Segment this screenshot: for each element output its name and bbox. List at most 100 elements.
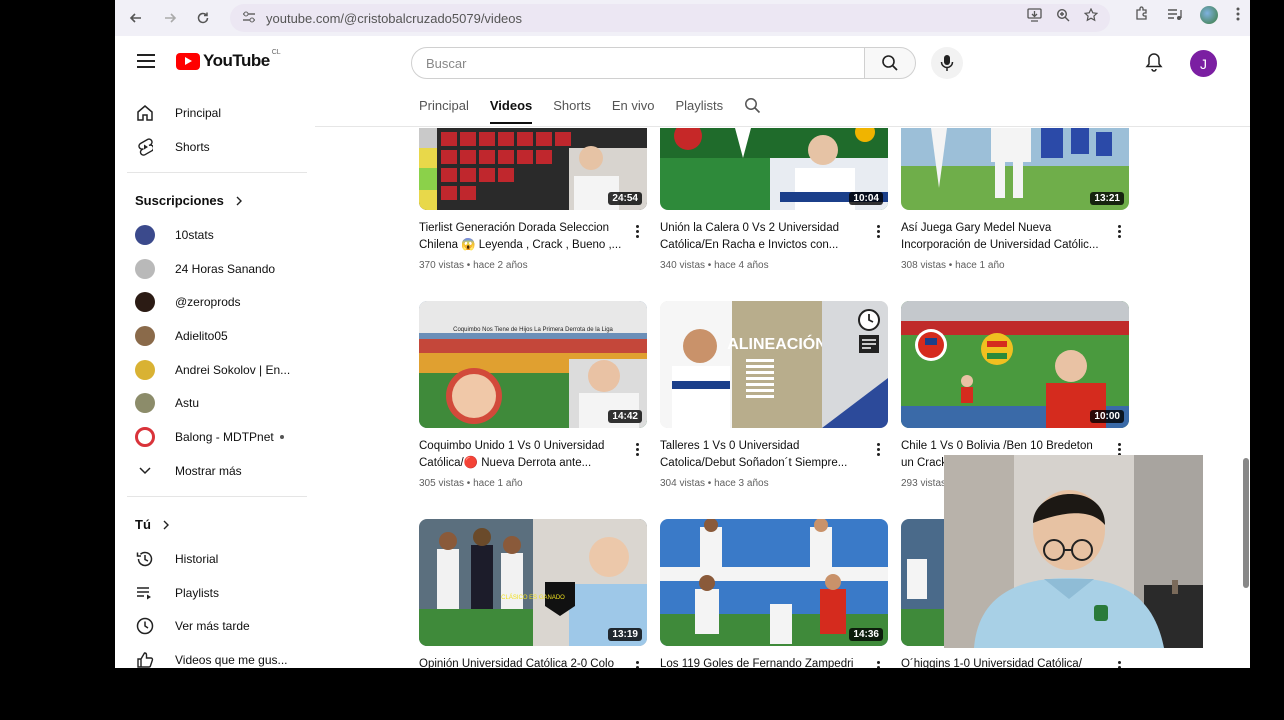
page-scrollbar[interactable]	[1243, 458, 1249, 588]
video-meta: 293 vistas	[901, 478, 947, 489]
search-input[interactable]: Buscar	[411, 47, 865, 79]
video-duration: 10:04	[849, 192, 883, 205]
video-title[interactable]: Opinión Universidad Católica 2-0 Colo	[419, 656, 624, 668]
video-more-icon[interactable]	[877, 225, 881, 240]
video-title[interactable]: Coquimbo Unido 1 Vs 0 Universidad Católi…	[419, 438, 624, 472]
search-placeholder: Buscar	[426, 55, 467, 71]
video-meta: 304 vistas • hace 3 años	[660, 478, 769, 489]
shorts-icon	[135, 137, 155, 157]
video-thumbnail[interactable]: 10:04	[660, 128, 888, 210]
zoom-icon[interactable]	[1056, 8, 1070, 25]
video-duration: 24:54	[608, 192, 642, 205]
country-code: CL	[271, 48, 281, 56]
notifications-bell-icon[interactable]	[1145, 52, 1163, 77]
youtube-play-icon	[176, 52, 200, 70]
playlists-icon	[135, 583, 155, 603]
video-title[interactable]: Así Juega Gary Medel Nueva Incorporación…	[901, 220, 1106, 254]
video-more-icon[interactable]	[1118, 225, 1122, 240]
youtube-logo[interactable]: YouTube CL	[176, 48, 281, 71]
sidebar-item-playlists[interactable]: Playlists	[135, 579, 310, 607]
webcam-overlay	[944, 455, 1203, 648]
video-meta: 370 vistas • hace 2 años	[419, 260, 528, 271]
show-more-button[interactable]: Mostrar más	[135, 457, 310, 485]
sidebar-item-liked-videos[interactable]: Videos que me gus...	[135, 646, 310, 668]
video-thumbnail[interactable]: 10:00	[901, 301, 1129, 428]
video-thumbnail[interactable]: Coquimbo Nos Tiene de Hijos La Primera D…	[419, 301, 647, 428]
video-meta: 308 vistas • hace 1 año	[901, 260, 1005, 271]
like-icon	[135, 650, 155, 668]
hamburger-menu-icon[interactable]	[137, 54, 155, 68]
media-icon[interactable]	[1167, 7, 1182, 24]
voice-search-button[interactable]	[931, 47, 963, 79]
sidebar-item-subscription[interactable]: Balong - MDTPnet	[135, 423, 310, 451]
sidebar-item-watch-later[interactable]: Ver más tarde	[135, 612, 310, 640]
channel-avatar	[135, 326, 155, 346]
sidebar-item-subscription[interactable]: 10stats	[135, 221, 310, 249]
you-heading[interactable]: Tú	[135, 517, 169, 532]
more-icon[interactable]	[1236, 7, 1240, 24]
new-content-dot	[279, 435, 284, 439]
video-duration: 13:19	[608, 628, 642, 641]
video-thumbnail[interactable]: 13:21	[901, 128, 1129, 210]
back-icon[interactable]	[121, 3, 151, 33]
video-more-icon[interactable]	[636, 443, 640, 458]
microphone-icon	[940, 55, 954, 71]
sidebar-item-shorts[interactable]: Shorts	[135, 133, 310, 161]
video-title[interactable]: Los 119 Goles de Fernando Zampedri	[660, 656, 865, 668]
video-more-icon[interactable]	[877, 443, 881, 458]
channel-avatar	[135, 292, 155, 312]
thumbnail-caption: ALINEACIÓN	[727, 334, 827, 353]
channel-search-icon[interactable]	[744, 97, 762, 115]
sidebar-item-subscription[interactable]: 24 Horas Sanando	[135, 255, 310, 283]
forward-icon[interactable]	[155, 3, 185, 33]
address-bar[interactable]: youtube.com/@cristobalcruzado5079/videos	[230, 4, 1110, 32]
chevron-down-icon	[135, 461, 155, 481]
video-meta: 305 vistas • hace 1 año	[419, 478, 523, 489]
video-more-icon[interactable]	[636, 661, 640, 668]
video-duration: 14:36	[849, 628, 883, 641]
video-duration: 13:21	[1090, 192, 1124, 205]
sidebar-item-subscription[interactable]: @zeroprods	[135, 288, 310, 316]
search-button[interactable]	[864, 47, 916, 79]
sidebar-item-principal[interactable]: Principal	[135, 99, 310, 127]
install-icon[interactable]	[1027, 8, 1042, 25]
tab-principal[interactable]: Principal	[419, 94, 469, 124]
tab-videos[interactable]: Videos	[489, 94, 533, 124]
sidebar-divider	[127, 496, 307, 497]
tab-shorts[interactable]: Shorts	[553, 94, 591, 124]
account-avatar[interactable]: J	[1190, 50, 1217, 77]
profile-icon[interactable]	[1200, 6, 1218, 24]
video-duration: 10:00	[1090, 410, 1124, 423]
thumbnail-caption: Coquimbo Nos Tiene de Hijos La Primera D…	[453, 327, 613, 333]
sidebar-item-subscription[interactable]: Andrei Sokolov | En...	[135, 356, 310, 384]
subscriptions-heading[interactable]: Suscripciones	[135, 193, 242, 208]
chevron-right-icon	[163, 520, 169, 529]
video-meta: 340 vistas • hace 4 años	[660, 260, 769, 271]
extensions-icon[interactable]	[1134, 6, 1149, 24]
sidebar-item-subscription[interactable]: Adielito05	[135, 322, 310, 350]
video-thumbnail[interactable]: CLÁSICO ES GANADO 13:19	[419, 519, 647, 646]
video-more-icon[interactable]	[877, 661, 881, 668]
video-thumbnail[interactable]: ALINEACIÓN	[660, 301, 888, 428]
tab-en-vivo[interactable]: En vivo	[612, 94, 655, 124]
youtube-header: YouTube CL Buscar J	[115, 38, 1250, 88]
video-title[interactable]: O´higgins 1-0 Universidad Católica/	[901, 656, 1106, 668]
tab-playlists[interactable]: Playlists	[675, 94, 723, 124]
sidebar-item-history[interactable]: Historial	[135, 545, 310, 573]
site-info-icon[interactable]	[242, 11, 256, 26]
sidebar-item-subscription[interactable]: Astu	[135, 389, 310, 417]
bookmark-star-icon[interactable]	[1083, 7, 1099, 25]
reload-icon[interactable]	[188, 3, 218, 33]
search-icon	[882, 55, 898, 71]
video-title[interactable]: Tierlist Generación Dorada Seleccion Chi…	[419, 220, 624, 254]
history-icon	[135, 549, 155, 569]
video-title[interactable]: Unión la Calera 0 Vs 2 Universidad Catól…	[660, 220, 865, 254]
video-more-icon[interactable]	[1118, 661, 1122, 668]
url-text: youtube.com/@cristobalcruzado5079/videos	[266, 10, 523, 26]
browser-toolbar: youtube.com/@cristobalcruzado5079/videos	[115, 0, 1250, 36]
video-thumbnail[interactable]: 14:36	[660, 519, 888, 646]
video-title[interactable]: Talleres 1 Vs 0 Universidad Catolica/Deb…	[660, 438, 865, 472]
video-thumbnail[interactable]: 24:54	[419, 128, 647, 210]
video-more-icon[interactable]	[636, 225, 640, 240]
tabs-divider	[315, 126, 1250, 127]
